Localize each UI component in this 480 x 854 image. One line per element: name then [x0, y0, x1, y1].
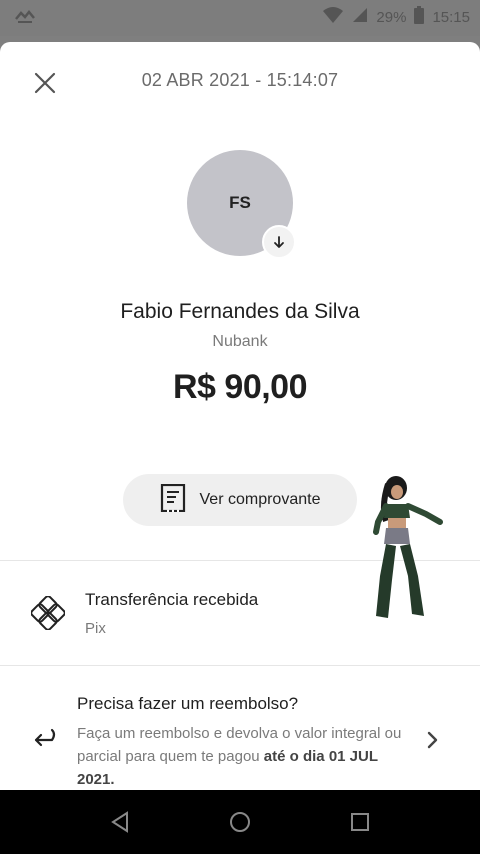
notification-icon [14, 9, 36, 25]
home-icon[interactable] [228, 810, 252, 834]
return-arrow-icon [30, 726, 58, 759]
wifi-icon [322, 6, 344, 28]
recents-icon[interactable] [348, 810, 372, 834]
chevron-right-icon[interactable] [422, 730, 442, 755]
battery-percent: 29% [376, 8, 407, 26]
clock: 15:15 [432, 8, 470, 26]
refund-title: Precisa fazer um reembolso? [77, 694, 299, 713]
avatar-initials: FS [229, 193, 251, 212]
contact-bank: Nubank [212, 333, 268, 350]
view-receipt-label: Ver comprovante [199, 491, 321, 508]
receipt-icon [160, 483, 186, 517]
view-receipt-button[interactable]: Ver comprovante [123, 474, 357, 526]
transfer-title: Transferência recebida [85, 590, 259, 609]
dancer-sticker [373, 476, 443, 618]
battery-icon [414, 6, 425, 28]
transaction-datetime: 02 ABR 2021 - 15:14:07 [141, 70, 339, 90]
contact-name: Fabio Fernandes da Silva [120, 300, 360, 323]
signal-icon [352, 7, 368, 27]
arrow-down-icon [262, 225, 296, 259]
status-icons: 29% 15:15 [322, 6, 470, 28]
divider [0, 665, 480, 666]
transfer-method: Pix [85, 620, 106, 637]
transaction-amount: R$ 90,00 [173, 368, 308, 406]
back-icon[interactable] [108, 810, 132, 834]
pix-icon [30, 595, 66, 635]
refund-description: Faça um reembolso e devolva o valor inte… [77, 722, 407, 790]
transaction-sheet: 02 ABR 2021 - 15:14:07 FS Fabio Fernande… [0, 42, 480, 790]
status-bar: 29% 15:15 [0, 0, 480, 36]
system-nav-bar [0, 790, 480, 854]
